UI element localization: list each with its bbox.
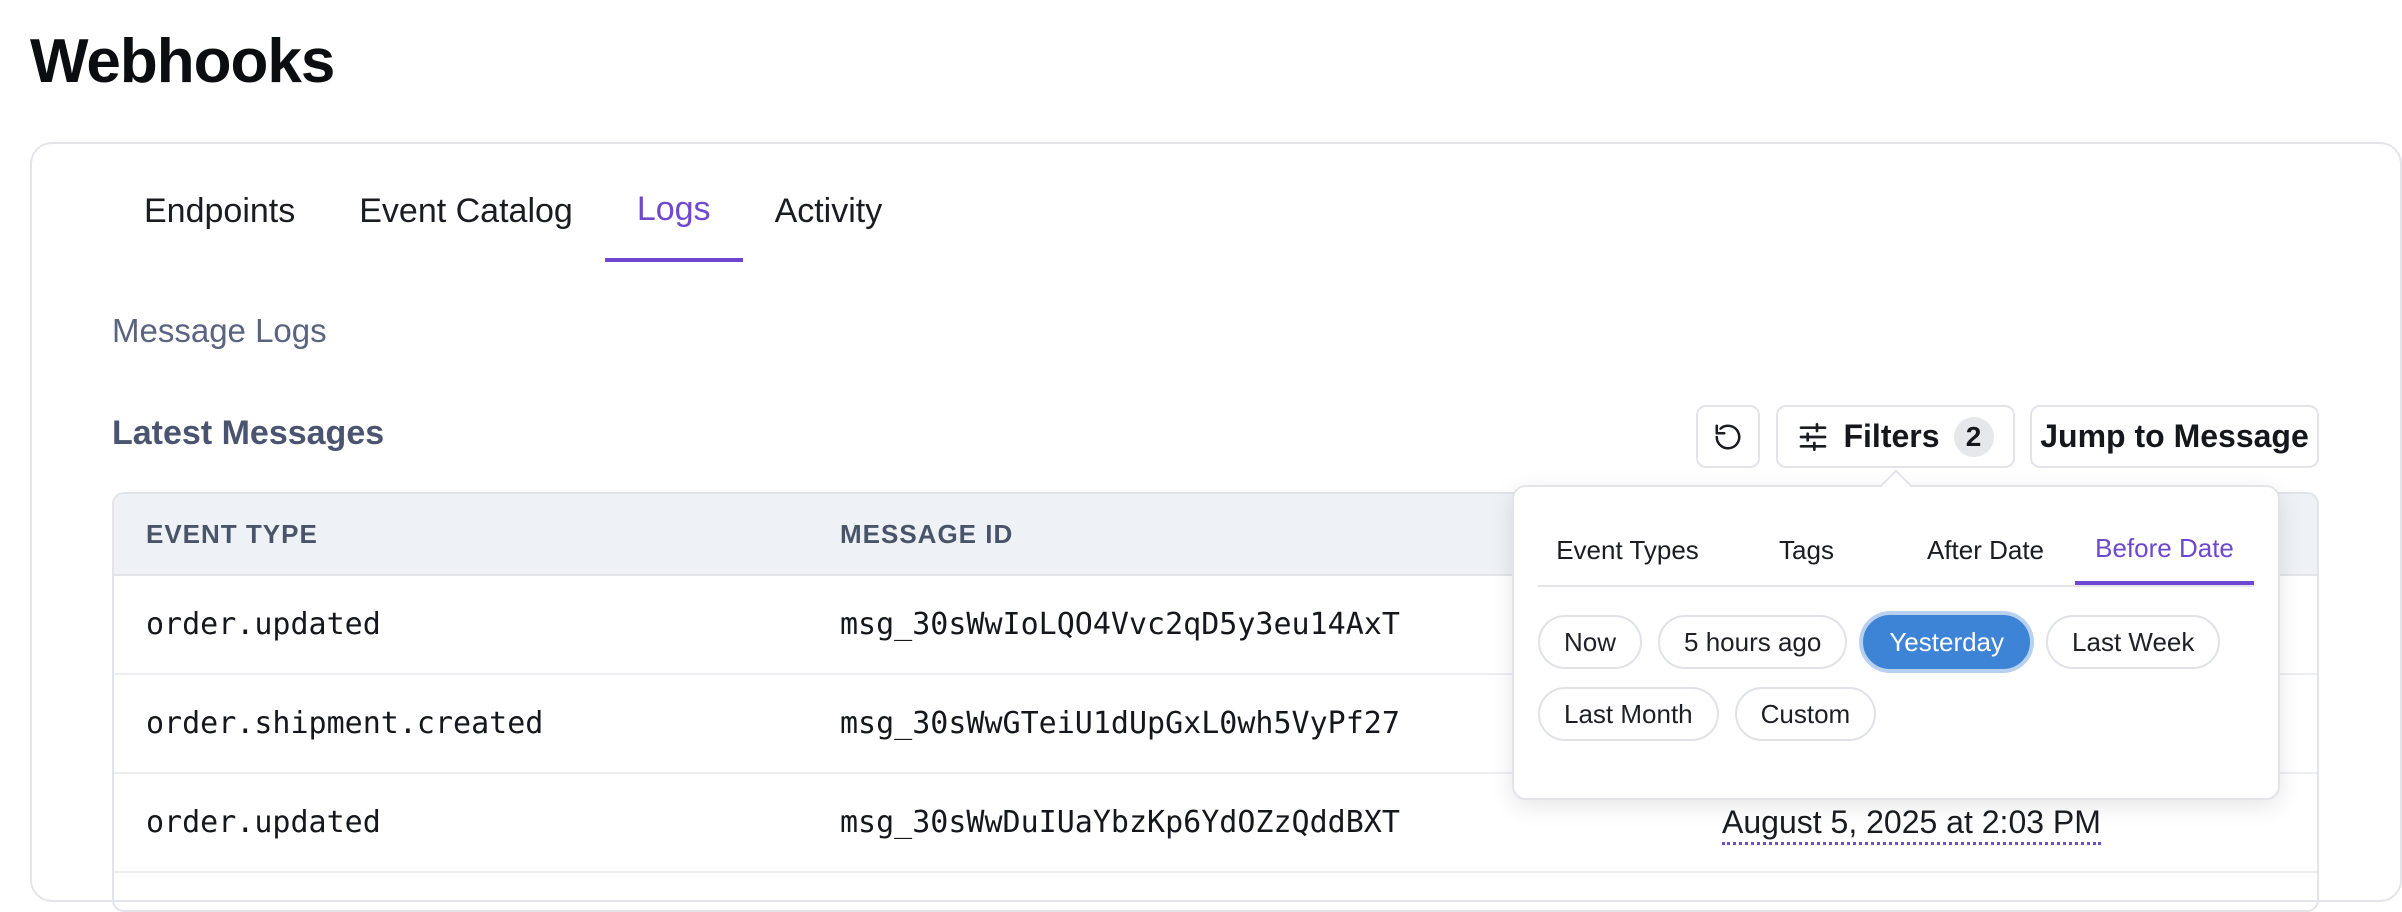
header-message-id: MESSAGE ID [840,519,1014,549]
filter-tab-tags[interactable]: Tags [1717,515,1896,585]
latest-messages-title: Latest Messages [112,414,385,452]
date-option-now[interactable]: Now [1538,615,1643,669]
refresh-icon [1713,422,1743,452]
event-type-cell: order.shipment.created [146,706,544,741]
filter-tab-after-date[interactable]: After Date [1896,515,2075,585]
header-event-type: EVENT TYPE [146,519,318,549]
date-option-custom[interactable]: Custom [1734,687,1877,741]
jump-to-message-button[interactable]: Jump to Message [2030,405,2319,468]
tab-activity[interactable]: Activity [743,160,915,262]
event-type-cell: order.updated [146,805,381,840]
filters-count-badge: 2 [1953,416,1994,457]
filter-tab-event-types[interactable]: Event Types [1538,515,1717,585]
filters-button[interactable]: Filters 2 [1776,405,2015,468]
date-option-last-week[interactable]: Last Week [2046,615,2221,669]
main-tabs: Endpoints Event Catalog Logs Activity [112,160,914,262]
filters-popover: Event Types Tags After Date Before Date … [1512,485,2280,800]
event-type-cell: order.updated [146,607,381,642]
timestamp-link[interactable]: August 5, 2025 at 2:03 PM [1722,804,2101,845]
sliders-icon [1797,421,1829,453]
tab-endpoints[interactable]: Endpoints [112,160,327,262]
section-label: Message Logs [112,312,327,349]
message-id-cell: msg_30sWwIoLQO4Vvc2qD5y3eu14AxT [840,607,1400,642]
date-option-yesterday[interactable]: Yesterday [1863,615,2031,669]
date-option-5-hours-ago[interactable]: 5 hours ago [1658,615,1848,669]
date-options: Now 5 hours ago Yesterday Last Week Last… [1538,615,2258,741]
page-title: Webhooks [30,27,335,96]
filters-label: Filters [1843,418,1940,454]
filter-tabs: Event Types Tags After Date Before Date [1538,515,2254,587]
message-id-cell: msg_30sWwDuIUaYbzKp6YdOZzQddBXT [840,805,1400,840]
tab-logs[interactable]: Logs [604,160,743,262]
message-id-cell: msg_30sWwGTeiU1dUpGxL0wh5VyPf27 [840,706,1400,741]
refresh-button[interactable] [1696,405,1760,468]
filter-tab-before-date[interactable]: Before Date [2075,515,2254,585]
tab-event-catalog[interactable]: Event Catalog [327,160,605,262]
date-option-last-month[interactable]: Last Month [1538,687,1719,741]
